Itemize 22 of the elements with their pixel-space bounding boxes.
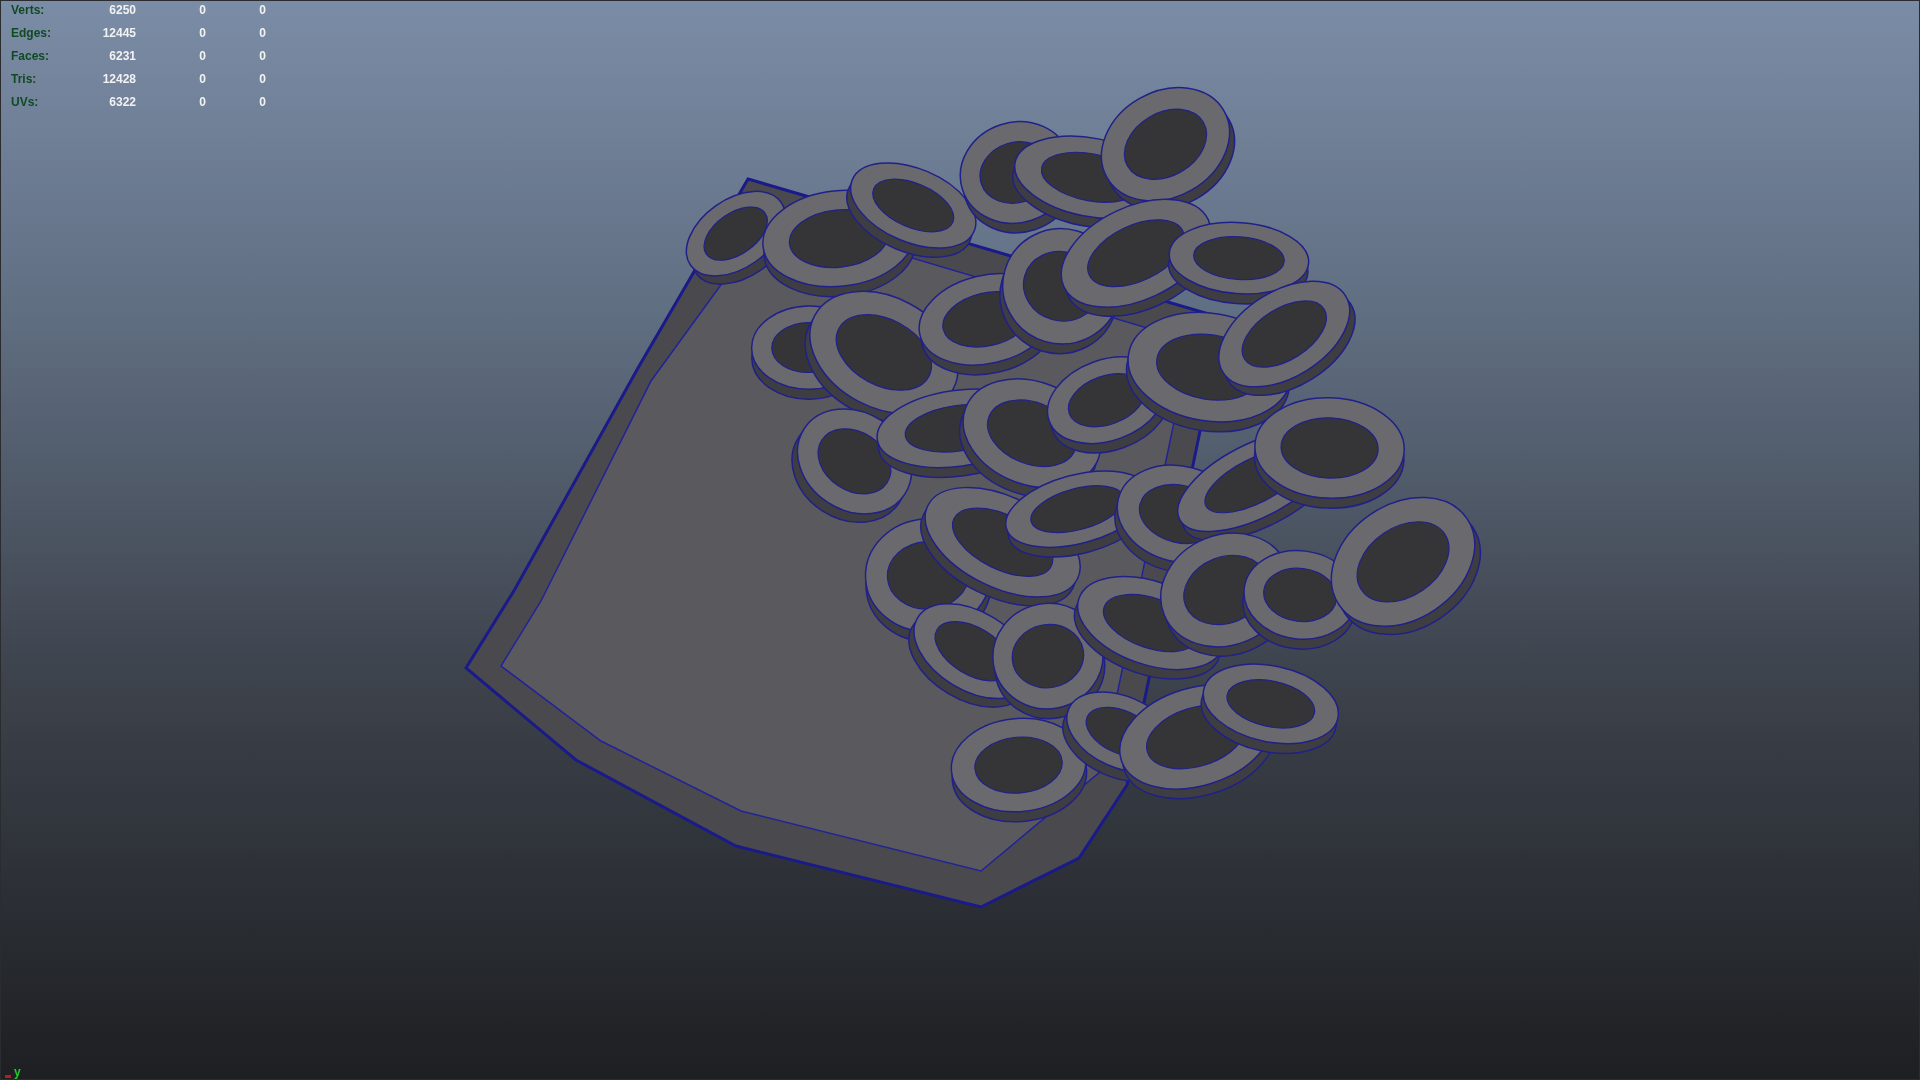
stat-value: 0 bbox=[258, 71, 266, 88]
x-axis-icon bbox=[5, 1075, 11, 1078]
stat-label: Verts: bbox=[11, 2, 46, 19]
stat-value: 0 bbox=[198, 71, 206, 88]
axis-label: y bbox=[14, 1066, 21, 1079]
stat-value: 6322 bbox=[108, 94, 136, 111]
stat-label: Tris: bbox=[11, 71, 38, 88]
stat-value: 0 bbox=[198, 2, 206, 19]
stat-value: 0 bbox=[258, 94, 266, 111]
stat-value: 12445 bbox=[101, 25, 136, 42]
stat-value: 0 bbox=[198, 94, 206, 111]
stat-label: Faces: bbox=[11, 48, 51, 65]
stat-value: 0 bbox=[258, 2, 266, 19]
stat-value: 0 bbox=[258, 25, 266, 42]
stat-value: 6231 bbox=[108, 48, 136, 65]
stat-value: 12428 bbox=[101, 71, 136, 88]
stat-value: 6250 bbox=[108, 2, 136, 19]
stat-value: 0 bbox=[198, 25, 206, 42]
stat-label: Edges: bbox=[11, 25, 52, 42]
stat-label: UVs: bbox=[11, 94, 40, 111]
stat-value: 0 bbox=[258, 48, 266, 65]
stat-value: 0 bbox=[198, 48, 206, 65]
